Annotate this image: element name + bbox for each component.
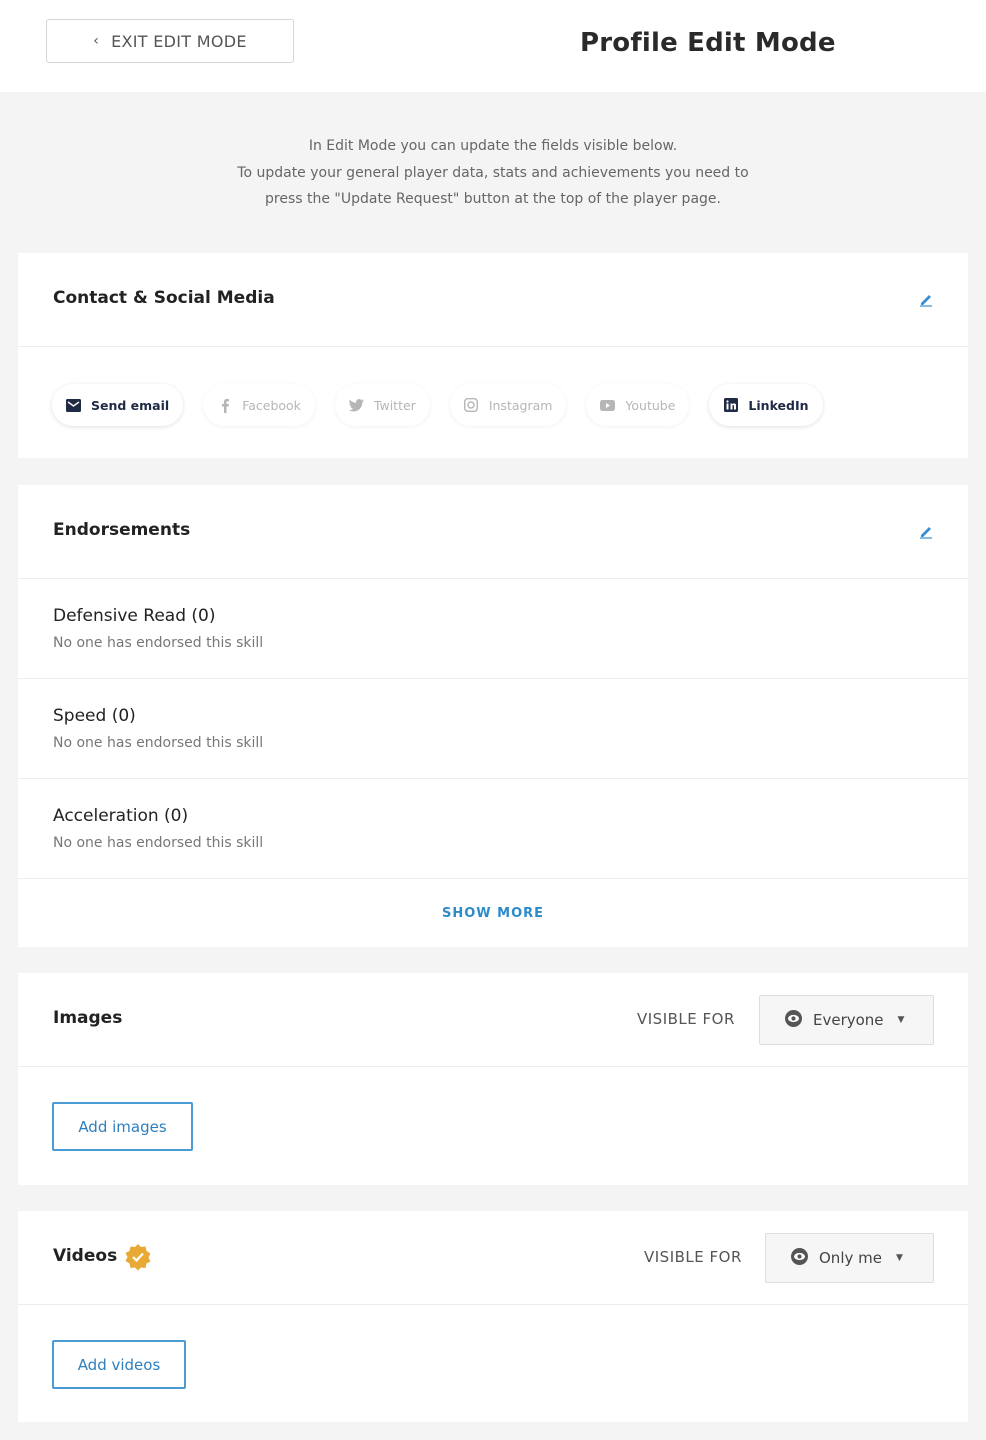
images-visibility-select[interactable]: Everyone ▼ bbox=[759, 995, 934, 1045]
twitter-icon bbox=[348, 398, 364, 413]
caret-down-icon: ▼ bbox=[897, 1015, 905, 1025]
intro-line-1: In Edit Mode you can update the fields v… bbox=[308, 138, 678, 154]
youtube-button[interactable]: Youtube bbox=[586, 384, 690, 426]
endorsements-card-header: Endorsements bbox=[18, 485, 968, 579]
instagram-icon bbox=[464, 398, 479, 413]
endorsement-item: Acceleration (0) No one has endorsed thi… bbox=[18, 779, 968, 879]
videos-card-header: Videos VISIBLE FOR Only me ▼ bbox=[18, 1211, 968, 1305]
images-card-header: Images VISIBLE FOR Everyone ▼ bbox=[18, 973, 968, 1067]
caret-down-icon: ▼ bbox=[895, 1253, 903, 1263]
endorsement-status: No one has endorsed this skill bbox=[53, 835, 264, 851]
social-links: Send email Facebook Twitter Instagram Yo… bbox=[52, 384, 823, 426]
endorsement-skill-name: Acceleration (0) bbox=[53, 806, 189, 826]
envelope-icon bbox=[66, 398, 81, 413]
chevron-left-icon: ‹ bbox=[93, 33, 100, 49]
facebook-button[interactable]: Facebook bbox=[203, 384, 315, 426]
videos-card: Videos VISIBLE FOR Only me ▼ Add videos bbox=[18, 1211, 968, 1422]
linkedin-label: LinkedIn bbox=[748, 397, 809, 413]
eye-icon bbox=[790, 1247, 809, 1270]
youtube-icon bbox=[600, 398, 616, 413]
intro-line-3: press the "Update Request" button at the… bbox=[265, 191, 721, 207]
facebook-icon bbox=[217, 398, 232, 413]
exit-edit-mode-button[interactable]: ‹ EXIT EDIT MODE bbox=[46, 19, 294, 63]
endorsements-card: Endorsements Defensive Read (0) No one h… bbox=[18, 485, 968, 947]
page-title: Profile Edit Mode bbox=[580, 28, 836, 58]
send-email-button[interactable]: Send email bbox=[52, 384, 184, 426]
eye-icon bbox=[784, 1009, 803, 1032]
endorsement-status: No one has endorsed this skill bbox=[53, 735, 264, 751]
contact-card: Contact & Social Media Send email Facebo… bbox=[18, 253, 968, 458]
endorsements-card-title: Endorsements bbox=[53, 520, 191, 540]
videos-card-title: Videos bbox=[53, 1246, 118, 1266]
instagram-button[interactable]: Instagram bbox=[449, 384, 567, 426]
images-visibility-value: Everyone bbox=[813, 1011, 884, 1029]
endorsement-item: Speed (0) No one has endorsed this skill bbox=[18, 679, 968, 779]
linkedin-icon bbox=[723, 398, 738, 413]
instagram-label: Instagram bbox=[488, 397, 553, 413]
endorsement-skill-name: Defensive Read (0) bbox=[53, 606, 216, 626]
visible-for-label: VISIBLE FOR bbox=[644, 1248, 742, 1266]
videos-visibility-select[interactable]: Only me ▼ bbox=[765, 1233, 934, 1283]
pencil-icon[interactable] bbox=[918, 291, 934, 307]
linkedin-button[interactable]: LinkedIn bbox=[709, 384, 823, 426]
intro-text: In Edit Mode you can update the fields v… bbox=[0, 133, 986, 213]
send-email-label: Send email bbox=[91, 397, 170, 413]
add-videos-button[interactable]: Add videos bbox=[52, 1340, 186, 1389]
youtube-label: Youtube bbox=[625, 397, 676, 413]
show-more-button[interactable]: SHOW MORE bbox=[18, 879, 968, 947]
images-card: Images VISIBLE FOR Everyone ▼ Add images bbox=[18, 973, 968, 1185]
twitter-button[interactable]: Twitter bbox=[334, 384, 430, 426]
visible-for-label: VISIBLE FOR bbox=[637, 1010, 735, 1028]
images-card-title: Images bbox=[53, 1008, 123, 1028]
endorsement-item: Defensive Read (0) No one has endorsed t… bbox=[18, 579, 968, 679]
facebook-label: Facebook bbox=[242, 397, 301, 413]
videos-visibility-value: Only me bbox=[819, 1249, 882, 1267]
contact-card-title: Contact & Social Media bbox=[53, 288, 275, 308]
intro-line-2: To update your general player data, stat… bbox=[237, 164, 749, 181]
top-bar: ‹ EXIT EDIT MODE Profile Edit Mode bbox=[0, 0, 986, 92]
pencil-icon[interactable] bbox=[918, 523, 934, 539]
verified-badge-icon bbox=[125, 1244, 151, 1271]
add-images-button[interactable]: Add images bbox=[52, 1102, 193, 1151]
twitter-label: Twitter bbox=[373, 397, 416, 413]
endorsement-status: No one has endorsed this skill bbox=[53, 635, 264, 651]
exit-edit-mode-label: EXIT EDIT MODE bbox=[111, 31, 247, 51]
contact-card-header: Contact & Social Media bbox=[18, 253, 968, 347]
endorsement-skill-name: Speed (0) bbox=[53, 706, 136, 726]
